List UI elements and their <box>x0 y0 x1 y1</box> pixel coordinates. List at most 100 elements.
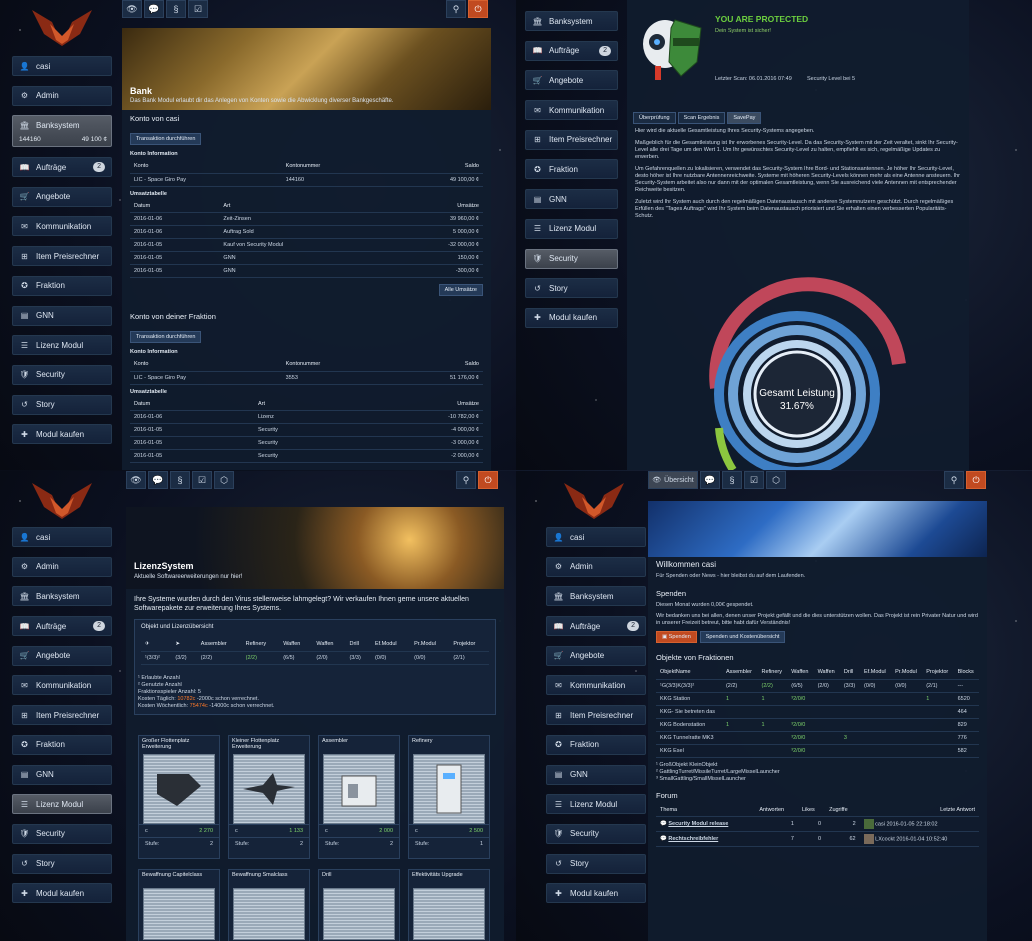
sidebar-item-banksystem[interactable]: 🏛 Banksystem <box>546 586 646 607</box>
cart-icon: 🛒 <box>19 192 30 202</box>
sidebar-item-gnn[interactable]: ▤ GNN <box>546 764 646 785</box>
sidebar-item-lizenz[interactable]: ☰ Lizenz Modul <box>12 335 112 356</box>
sidebar-item-story[interactable]: ↺ Story <box>12 853 112 874</box>
pin-icon[interactable]: ⚲ <box>456 471 476 489</box>
page-title: LizenzSystem <box>134 561 194 571</box>
sidebar-item-preisrechner[interactable]: ⊞ Item Preisrechner <box>546 705 646 726</box>
bank-icon: 🏛 <box>553 591 564 601</box>
sidebar-item-auftraege[interactable]: 📖 Aufträge 2 <box>12 157 112 178</box>
check-icon[interactable]: ☑ <box>188 0 208 18</box>
sidebar-item-auftraege[interactable]: 📖 Aufträge 2 <box>12 616 112 637</box>
donate-month: Diesen Monat wurden 0,00€ gespendet. <box>656 602 754 608</box>
sidebar-item-gnn[interactable]: ▤ GNN <box>12 764 112 785</box>
sidebar-item-admin[interactable]: ⚙ Admin <box>12 85 112 106</box>
faction-transaction-button[interactable]: Transaktion durchführen <box>130 331 202 343</box>
sidebar-item-security[interactable]: 🛡 Security <box>525 248 618 269</box>
sidebar-item-kommunikation[interactable]: ✉ Kommunikation <box>525 100 618 121</box>
sidebar-item-modul-kaufen[interactable]: ✚ Modul kaufen <box>525 307 618 328</box>
license-card[interactable]: Refinery c 2 500 Stufe: 1 <box>408 735 490 859</box>
donate-overview-button[interactable]: Spenden und Kostenübersicht <box>699 631 786 643</box>
sidebar-item-lizenz[interactable]: ☰ Lizenz Modul <box>12 794 112 815</box>
donate-button[interactable]: ▣ Spenden <box>656 631 697 643</box>
sidebar-item-fraktion[interactable]: ✪ Fraktion <box>525 159 618 180</box>
tab-overview[interactable]: 👁 Übersicht <box>648 471 698 489</box>
sidebar-item-fraktion[interactable]: ✪ Fraktion <box>12 734 112 755</box>
forum-row[interactable]: 💬 Security Modul release 1 0 2 casi 2016-01… <box>656 816 979 832</box>
sidebar-item-angebote[interactable]: 🛒 Angebote <box>12 645 112 666</box>
pin-icon[interactable]: ⚲ <box>446 0 466 18</box>
power-icon[interactable]: ⏻ <box>966 471 986 489</box>
cube-icon[interactable]: ⬡ <box>766 471 786 489</box>
sidebar-item-security[interactable]: 🛡 Security <box>12 364 112 385</box>
sidebar-item-kommunikation[interactable]: ✉ Kommunikation <box>546 675 646 696</box>
sidebar-item-modul-kaufen[interactable]: ✚ Modul kaufen <box>12 424 112 445</box>
paragraph-icon[interactable]: § <box>722 471 742 489</box>
sidebar-item-banksystem[interactable]: 🏛 Banksystem <box>525 11 618 31</box>
sidebar-item-kommunikation[interactable]: ✉ Kommunikation <box>12 216 112 237</box>
cube-icon[interactable]: ⬡ <box>214 471 234 489</box>
sidebar-item-casi[interactable]: 👤 casi <box>12 527 112 547</box>
sidebar-item-preisrechner[interactable]: ⊞ Item Preisrechner <box>525 129 618 150</box>
sidebar-item-admin[interactable]: ⚙ Admin <box>12 556 112 577</box>
sidebar-item-casi[interactable]: 👤 casi <box>12 56 112 76</box>
paragraph-icon[interactable]: § <box>166 0 186 18</box>
tab-ueberpruefung[interactable]: Überprüfung <box>633 112 676 124</box>
forum-row[interactable]: 💬 Rechtschreibfehler 7 0 62 LXcockt 2016-01… <box>656 831 979 847</box>
sidebar-item-preisrechner[interactable]: ⊞ Item Preisrechner <box>12 246 112 267</box>
history-icon: ↺ <box>21 859 28 869</box>
sidebar-item-banksystem[interactable]: 🏛 Banksystem 144160 49 100 ¢ <box>12 115 112 148</box>
sidebar-item-preisrechner[interactable]: ⊞ Item Preisrechner <box>12 705 112 726</box>
sidebar-item-fraktion[interactable]: ✪ Fraktion <box>546 734 646 755</box>
paragraph-icon[interactable]: § <box>170 471 190 489</box>
fighter-jet-icon <box>233 754 305 824</box>
sidebar-item-angebote[interactable]: 🛒 Angebote <box>525 70 618 91</box>
refinery-icon <box>413 754 485 824</box>
license-card[interactable]: Assembler c 2 000 Stufe: 2 <box>318 735 400 859</box>
power-icon[interactable]: ⏻ <box>468 0 488 18</box>
check-icon[interactable]: ☑ <box>192 471 212 489</box>
eye-icon[interactable]: 👁 <box>126 471 146 489</box>
license-card[interactable]: Kleiner Flottenplatz Erweiterung c 1 133 St… <box>228 735 310 859</box>
sidebar-item-fraktion[interactable]: ✪ Fraktion <box>12 275 112 296</box>
sidebar-item-casi[interactable]: 👤 casi <box>546 527 646 547</box>
sidebar-item-lizenz[interactable]: ☰ Lizenz Modul <box>546 794 646 815</box>
sidebar-item-admin[interactable]: ⚙ Admin <box>546 556 646 577</box>
power-icon[interactable]: ⏻ <box>478 471 498 489</box>
sidebar-item-gnn[interactable]: ▤ GNN <box>12 305 112 326</box>
sidebar-item-angebote[interactable]: 🛒 Angebote <box>12 186 112 207</box>
sidebar-item-banksystem[interactable]: 🏛 Banksystem <box>12 586 112 607</box>
sidebar-item-story[interactable]: ↺ Story <box>12 394 112 415</box>
sidebar-item-security[interactable]: 🛡 Security <box>12 823 112 844</box>
sidebar-item-angebote[interactable]: 🛒 Angebote <box>546 645 646 666</box>
transaction-button[interactable]: Transaktion durchführen <box>130 133 202 145</box>
account-info-label: Konto Information <box>130 151 178 157</box>
tab-scan-ergebnis[interactable]: Scan Ergebnis <box>677 112 726 124</box>
count-badge: 2 <box>627 621 639 632</box>
sidebar-item-auftraege[interactable]: 📖 Aufträge 2 <box>546 616 646 637</box>
license-card[interactable]: Bewaffnung Smalclass <box>228 869 310 941</box>
license-card[interactable]: Effektivitäts Upgrade <box>408 869 490 941</box>
chat-icon[interactable]: 💬 <box>700 471 720 489</box>
sidebar-item-security[interactable]: 🛡 Security <box>546 823 646 844</box>
sidebar-item-kommunikation[interactable]: ✉ Kommunikation <box>12 675 112 696</box>
plus-icon: ✚ <box>534 313 541 323</box>
table-row: KKG Tunnelratte MK3 ³2/0/0 3 776 <box>656 731 979 745</box>
tab-savepay[interactable]: SavePay <box>727 112 762 124</box>
sidebar-item-gnn[interactable]: ▤ GNN <box>525 189 618 210</box>
chat-icon[interactable]: 💬 <box>144 0 164 18</box>
license-card[interactable]: Bewaffnung Capitelclass <box>138 869 220 941</box>
chat-icon[interactable]: 💬 <box>148 471 168 489</box>
license-card[interactable]: Großer Flottenplatz Erweiterung c 2 270 Stu… <box>138 735 220 859</box>
sidebar-item-story[interactable]: ↺ Story <box>525 278 618 299</box>
sidebar-item-modul-kaufen[interactable]: ✚ Modul kaufen <box>12 883 112 904</box>
sidebar-item-auftraege[interactable]: 📖 Aufträge 2 <box>525 40 618 61</box>
sidebar-item-story[interactable]: ↺ Story <box>546 853 646 874</box>
sidebar-item-modul-kaufen[interactable]: ✚ Modul kaufen <box>546 883 646 904</box>
history-icon: ↺ <box>555 859 562 869</box>
all-turnover-button[interactable]: Alle Umsätze <box>438 284 483 296</box>
sidebar-item-lizenz[interactable]: ☰ Lizenz Modul <box>525 218 618 239</box>
pin-icon[interactable]: ⚲ <box>944 471 964 489</box>
license-card[interactable]: Drill <box>318 869 400 941</box>
check-icon[interactable]: ☑ <box>744 471 764 489</box>
eye-icon[interactable]: 👁 <box>122 0 142 18</box>
